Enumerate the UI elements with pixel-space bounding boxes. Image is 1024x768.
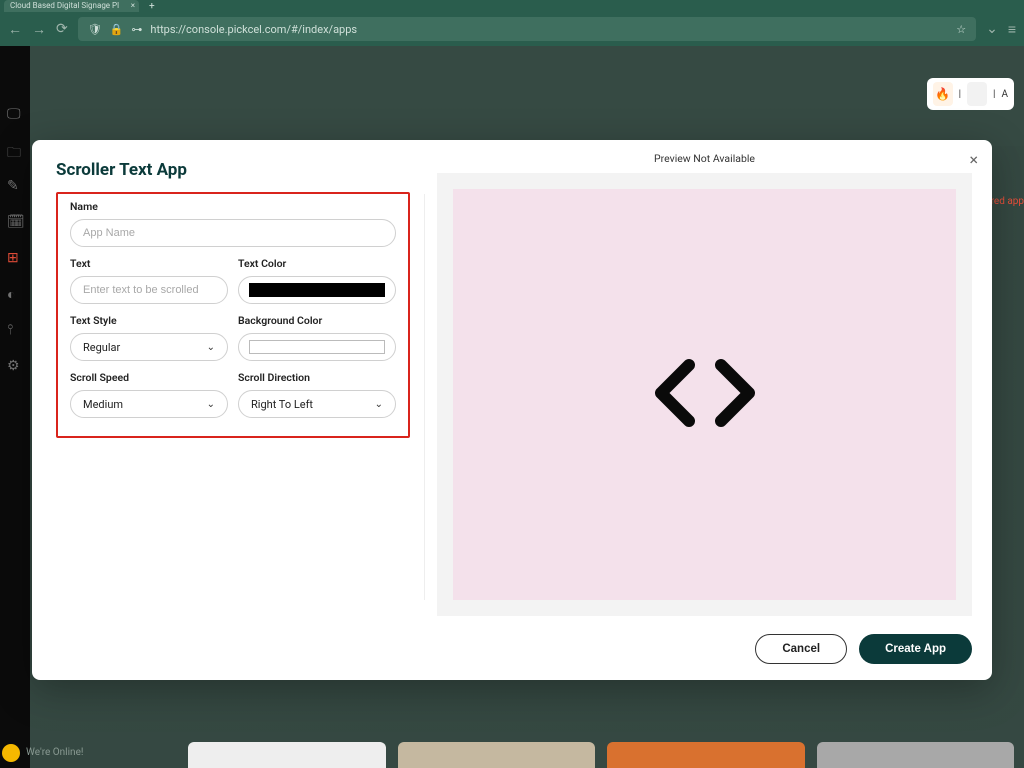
code-icon xyxy=(645,353,765,437)
text-color-label: Text Color xyxy=(238,257,396,270)
name-input[interactable] xyxy=(70,219,396,247)
close-icon[interactable]: × xyxy=(969,150,978,169)
background-cards xyxy=(188,742,1014,768)
chevron-down-icon: ⌄ xyxy=(375,399,383,410)
chevron-down-icon: ⌄ xyxy=(207,399,215,410)
edit-icon[interactable]: ✎ xyxy=(7,178,23,194)
app-sidebar: 🖵 🗀 ✎ 🗓 ⊞ ◐ ⫯ ⚙ xyxy=(0,46,30,768)
modal-title: Scroller Text App xyxy=(56,160,410,180)
menu-icon[interactable]: ≡ xyxy=(1008,21,1016,38)
apps-icon[interactable]: ⊞ xyxy=(7,250,23,266)
modal-form-panel: Scroller Text App Name Text Text Color xyxy=(32,140,424,680)
calendar-icon[interactable]: 🗓 xyxy=(7,214,23,230)
scroll-speed-value: Medium xyxy=(83,398,123,411)
globe-icon[interactable]: ◐ xyxy=(7,286,23,302)
preview-box xyxy=(453,189,956,600)
lock-icon: 🔒 xyxy=(110,23,124,36)
bg-card xyxy=(188,742,386,768)
monitor-icon[interactable]: 🖵 xyxy=(7,106,23,122)
chart-icon[interactable]: ⫯ xyxy=(7,322,23,338)
browser-nav-bar: ← → ⟳ 🛡 🔒 ⊶ https://console.pickcel.com/… xyxy=(0,12,1024,46)
name-label: Name xyxy=(70,200,396,213)
url-bar[interactable]: 🛡 🔒 ⊶ https://console.pickcel.com/#/inde… xyxy=(78,17,976,41)
color-swatch-white xyxy=(249,340,385,354)
modal-preview-panel: Preview Not Available Cancel Create App xyxy=(425,140,992,680)
forward-icon[interactable]: → xyxy=(32,21,46,38)
text-color-picker[interactable] xyxy=(238,276,396,304)
text-style-select[interactable]: Regular ⌄ xyxy=(70,333,228,361)
bg-card xyxy=(398,742,596,768)
browser-tab[interactable]: Cloud Based Digital Signage Pl × xyxy=(4,0,139,12)
pill-secondary xyxy=(967,82,987,106)
scroll-direction-select[interactable]: Right To Left ⌄ xyxy=(238,390,396,418)
cancel-button[interactable]: Cancel xyxy=(755,634,847,664)
pill-label: A xyxy=(1001,89,1008,100)
back-icon[interactable]: ← xyxy=(8,21,22,38)
browser-tab-bar: Cloud Based Digital Signage Pl × + xyxy=(0,0,1024,12)
fire-icon: 🔥 xyxy=(933,82,953,106)
text-label: Text xyxy=(70,257,228,270)
chevron-down-icon: ⌄ xyxy=(207,342,215,353)
scroll-direction-label: Scroll Direction xyxy=(238,371,396,384)
folder-icon[interactable]: 🗀 xyxy=(7,142,23,158)
scroll-direction-value: Right To Left xyxy=(251,398,313,411)
preview-label: Preview Not Available xyxy=(437,152,972,165)
app-config-modal: × Scroller Text App Name Text Text Color xyxy=(32,140,992,680)
chat-widget[interactable]: We're Online! xyxy=(2,744,83,762)
modal-actions: Cancel Create App xyxy=(437,634,972,664)
color-swatch-black xyxy=(249,283,385,297)
reload-icon[interactable]: ⟳ xyxy=(56,21,68,37)
bg-card xyxy=(817,742,1015,768)
bg-color-picker[interactable] xyxy=(238,333,396,361)
highlighted-form-area: Name Text Text Color xyxy=(56,192,410,438)
tag-pill[interactable]: 🔥 | | A xyxy=(927,78,1014,110)
chat-status: We're Online! xyxy=(26,747,83,759)
shield-icon: 🛡 xyxy=(88,23,102,36)
gear-icon[interactable]: ⚙ xyxy=(7,358,23,374)
close-icon[interactable]: × xyxy=(131,0,135,12)
bg-card xyxy=(607,742,805,768)
text-style-value: Regular xyxy=(83,341,120,354)
bg-color-label: Background Color xyxy=(238,314,396,327)
background-link: red app xyxy=(991,196,1024,207)
chat-avatar-icon xyxy=(2,744,20,762)
tab-title: Cloud Based Digital Signage Pl xyxy=(10,1,119,10)
star-icon[interactable]: ☆ xyxy=(956,23,966,36)
text-input[interactable] xyxy=(70,276,228,304)
scroll-speed-select[interactable]: Medium ⌄ xyxy=(70,390,228,418)
pocket-icon[interactable]: ⌄ xyxy=(986,21,998,37)
pill-divider: | xyxy=(993,89,995,100)
scroll-speed-label: Scroll Speed xyxy=(70,371,228,384)
key-icon: ⊶ xyxy=(131,23,142,36)
create-app-button[interactable]: Create App xyxy=(859,634,972,664)
new-tab-button[interactable]: + xyxy=(149,1,155,12)
preview-container xyxy=(437,173,972,616)
page-content: 🖵 🗀 ✎ 🗓 ⊞ ◐ ⫯ ⚙ 🔥 | | A red app We're On… xyxy=(0,46,1024,768)
pill-divider: | xyxy=(959,89,961,100)
url-text: https://console.pickcel.com/#/index/apps xyxy=(150,23,948,36)
text-style-label: Text Style xyxy=(70,314,228,327)
